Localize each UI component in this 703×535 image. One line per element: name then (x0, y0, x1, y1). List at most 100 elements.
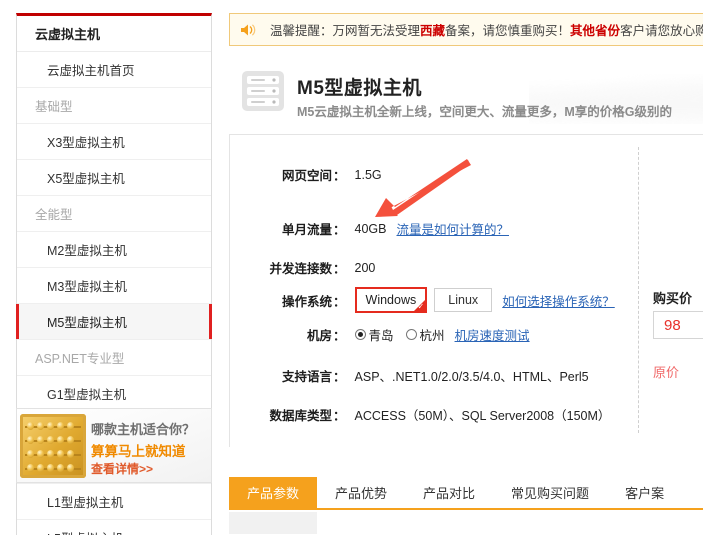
notice-prefix: 温馨提醒：万网暂无法受理 (270, 24, 420, 38)
os-help-link[interactable]: 如何选择操作系统？ (502, 291, 615, 310)
sidebar-item-label: ASP.NET专业型 (35, 352, 124, 366)
notice-text: 温馨提醒：万网暂无法受理西藏备案，请您慎重购买！其他省份客户请您放心购买 (270, 20, 703, 39)
spec-value-database: ACCESS（50M）、SQL Server2008（150M） (355, 405, 611, 424)
spec-label-traffic: 单月流量 (230, 219, 332, 238)
spec-label-connections: 并发连接数 (230, 258, 332, 277)
sidebar-item-label: 云虚拟主机首页 (47, 64, 135, 78)
speaker-icon (240, 23, 258, 37)
tab-3[interactable]: 常见购买问题 (493, 477, 607, 508)
price-amount: 98 (664, 317, 681, 334)
sidebar-item[interactable]: L5型虚拟主机 (17, 520, 211, 535)
content-tabs: 产品参数 产品优势 产品对比 常见购买问题 客户案 (229, 477, 703, 510)
sidebar-group-label: ASP.NET专业型 (17, 340, 211, 376)
notice-suffix: 客户请您放心购买 (620, 24, 703, 38)
os-option-linux-label: Linux (448, 293, 478, 307)
os-option-windows-label: Windows (366, 293, 417, 307)
os-option-windows[interactable]: Windows ✓ (355, 287, 428, 313)
spec-label-os: 操作系统 (230, 291, 332, 310)
spec-row-connections: 并发连接数 ： 200 (230, 258, 630, 277)
banner-line-1: 哪款主机适合你？ (91, 419, 195, 438)
spec-row-room: 机房 ： 青岛 杭州 机房速度测试 (230, 325, 630, 344)
server-icon (241, 70, 285, 112)
colon: ： (333, 291, 346, 310)
tab-4[interactable]: 客户案 (607, 477, 682, 508)
room-option-hangzhou[interactable]: 杭州 (406, 325, 445, 344)
tab-2[interactable]: 产品对比 (405, 477, 493, 508)
spec-label-room: 机房 (230, 325, 332, 344)
original-price-label: 原价 (653, 362, 679, 381)
panel-divider (638, 147, 639, 433)
sidebar-item-label: M2型虚拟主机 (47, 244, 127, 258)
spec-row-database: 数据库类型 ： ACCESS（50M）、SQL Server2008（150M） (230, 405, 630, 424)
sidebar-title: 云虚拟主机 (17, 16, 211, 52)
spec-label-database: 数据库类型 (230, 405, 332, 424)
tab-label: 客户案 (625, 483, 664, 502)
notice-highlight-xizang: 西藏 (420, 24, 445, 38)
sidebar-item-label: X3型虚拟主机 (47, 136, 125, 150)
sidebar-item-label: L1型虚拟主机 (47, 496, 123, 510)
abacus-icon (20, 414, 86, 478)
colon: ： (333, 219, 346, 238)
abacus-promo-banner[interactable]: 哪款主机适合你？ 算算马上就知道 查看详情>> (16, 408, 212, 483)
product-spec-panel: 网页空间 ： 1.5G 单月流量 ： 40GB 流量是如何计算的？ 并发连接数 … (229, 134, 703, 447)
spec-label-space: 网页空间 (230, 165, 332, 184)
colon: ： (333, 258, 346, 277)
check-icon: ✓ (418, 303, 425, 311)
banner-detail-link[interactable]: 查看详情>> (91, 460, 153, 477)
product-subtitle: M5云虚拟主机全新上线，空间更大、流量更多，M享的价格G级别的 (297, 101, 672, 120)
sidebar-item[interactable]: 云虚拟主机首页 (17, 52, 211, 88)
sidebar-item[interactable]: X5型虚拟主机 (17, 160, 211, 196)
colon: ： (333, 165, 346, 184)
tab-label: 常见购买问题 (511, 483, 589, 502)
colon: ： (333, 366, 346, 385)
sidebar-group-label: 全能型 (17, 196, 211, 232)
spec-label-languages: 支持语言 (230, 366, 332, 385)
sidebar-item[interactable]: M3型虚拟主机 (17, 268, 211, 304)
radio-icon-qingdao (355, 329, 366, 340)
sidebar-item-label: G1型虚拟主机 (47, 388, 126, 402)
sidebar-item-active[interactable]: M5型虚拟主机 (17, 304, 211, 340)
room-option-hangzhou-label: 杭州 (420, 325, 445, 344)
price-label: 购买价 (653, 288, 692, 307)
spec-row-traffic: 单月流量 ： 40GB 流量是如何计算的？ (230, 219, 630, 238)
os-option-linux[interactable]: Linux (434, 288, 492, 312)
colon: ： (333, 325, 346, 344)
spec-row-space: 网页空间 ： 1.5G (230, 165, 630, 184)
sidebar-item-label: M3型虚拟主机 (47, 280, 127, 294)
tab-0[interactable]: 产品参数 (229, 477, 317, 508)
sidebar-item[interactable]: X3型虚拟主机 (17, 124, 211, 160)
spec-value-connections: 200 (355, 261, 376, 275)
sidebar-item-label: X5型虚拟主机 (47, 172, 125, 186)
tab-label: 产品对比 (423, 483, 475, 502)
notice-bar: 温馨提醒：万网暂无法受理西藏备案，请您慎重购买！其他省份客户请您放心购买 (229, 13, 703, 46)
tabs-under-placeholder (229, 512, 317, 534)
product-title: M5型虚拟主机 (297, 73, 422, 100)
room-option-qingdao[interactable]: 青岛 (355, 325, 394, 344)
sidebar-item-label: M5型虚拟主机 (47, 316, 127, 330)
sidebar-item[interactable]: M2型虚拟主机 (17, 232, 211, 268)
spec-row-os: 操作系统 ： Windows ✓ Linux 如何选择操作系统？ (230, 287, 630, 313)
sidebar-item[interactable]: G1型虚拟主机 (17, 376, 211, 412)
room-speed-test-link[interactable]: 机房速度测试 (455, 325, 530, 344)
spec-value-languages: ASP、.NET1.0/2.0/3.5/4.0、HTML、Perl5 (355, 366, 589, 385)
sidebar-group-label: 基础型 (17, 88, 211, 124)
spec-row-languages: 支持语言 ： ASP、.NET1.0/2.0/3.5/4.0、HTML、Perl… (230, 366, 625, 385)
sidebar-item[interactable]: L1型虚拟主机 (17, 484, 211, 520)
room-option-qingdao-label: 青岛 (369, 325, 394, 344)
colon: ： (333, 405, 346, 424)
price-box: 98 (653, 311, 703, 339)
tab-1[interactable]: 产品优势 (317, 477, 405, 508)
notice-highlight-other-provinces: 其他省份 (570, 24, 620, 38)
traffic-help-link[interactable]: 流量是如何计算的？ (396, 219, 509, 238)
spec-value-traffic: 40GB (355, 222, 387, 236)
product-header: M5型虚拟主机 M5云虚拟主机全新上线，空间更大、流量更多，M享的价格G级别的 (229, 56, 703, 128)
tab-label: 产品优势 (335, 483, 387, 502)
tab-label: 产品参数 (247, 483, 299, 502)
radio-icon-hangzhou (406, 329, 417, 340)
page-root: 云虚拟主机 云虚拟主机首页基础型 X3型虚拟主机 X5型虚拟主机全能型 M2型虚拟主机… (0, 0, 703, 535)
spec-value-space: 1.5G (355, 168, 382, 182)
notice-middle: 备案，请您慎重购买！ (445, 24, 570, 38)
banner-line-2: 算算马上就知道 (91, 440, 186, 460)
sidebar-item-label: 全能型 (35, 208, 73, 222)
sidebar-item-label: 基础型 (35, 100, 73, 114)
